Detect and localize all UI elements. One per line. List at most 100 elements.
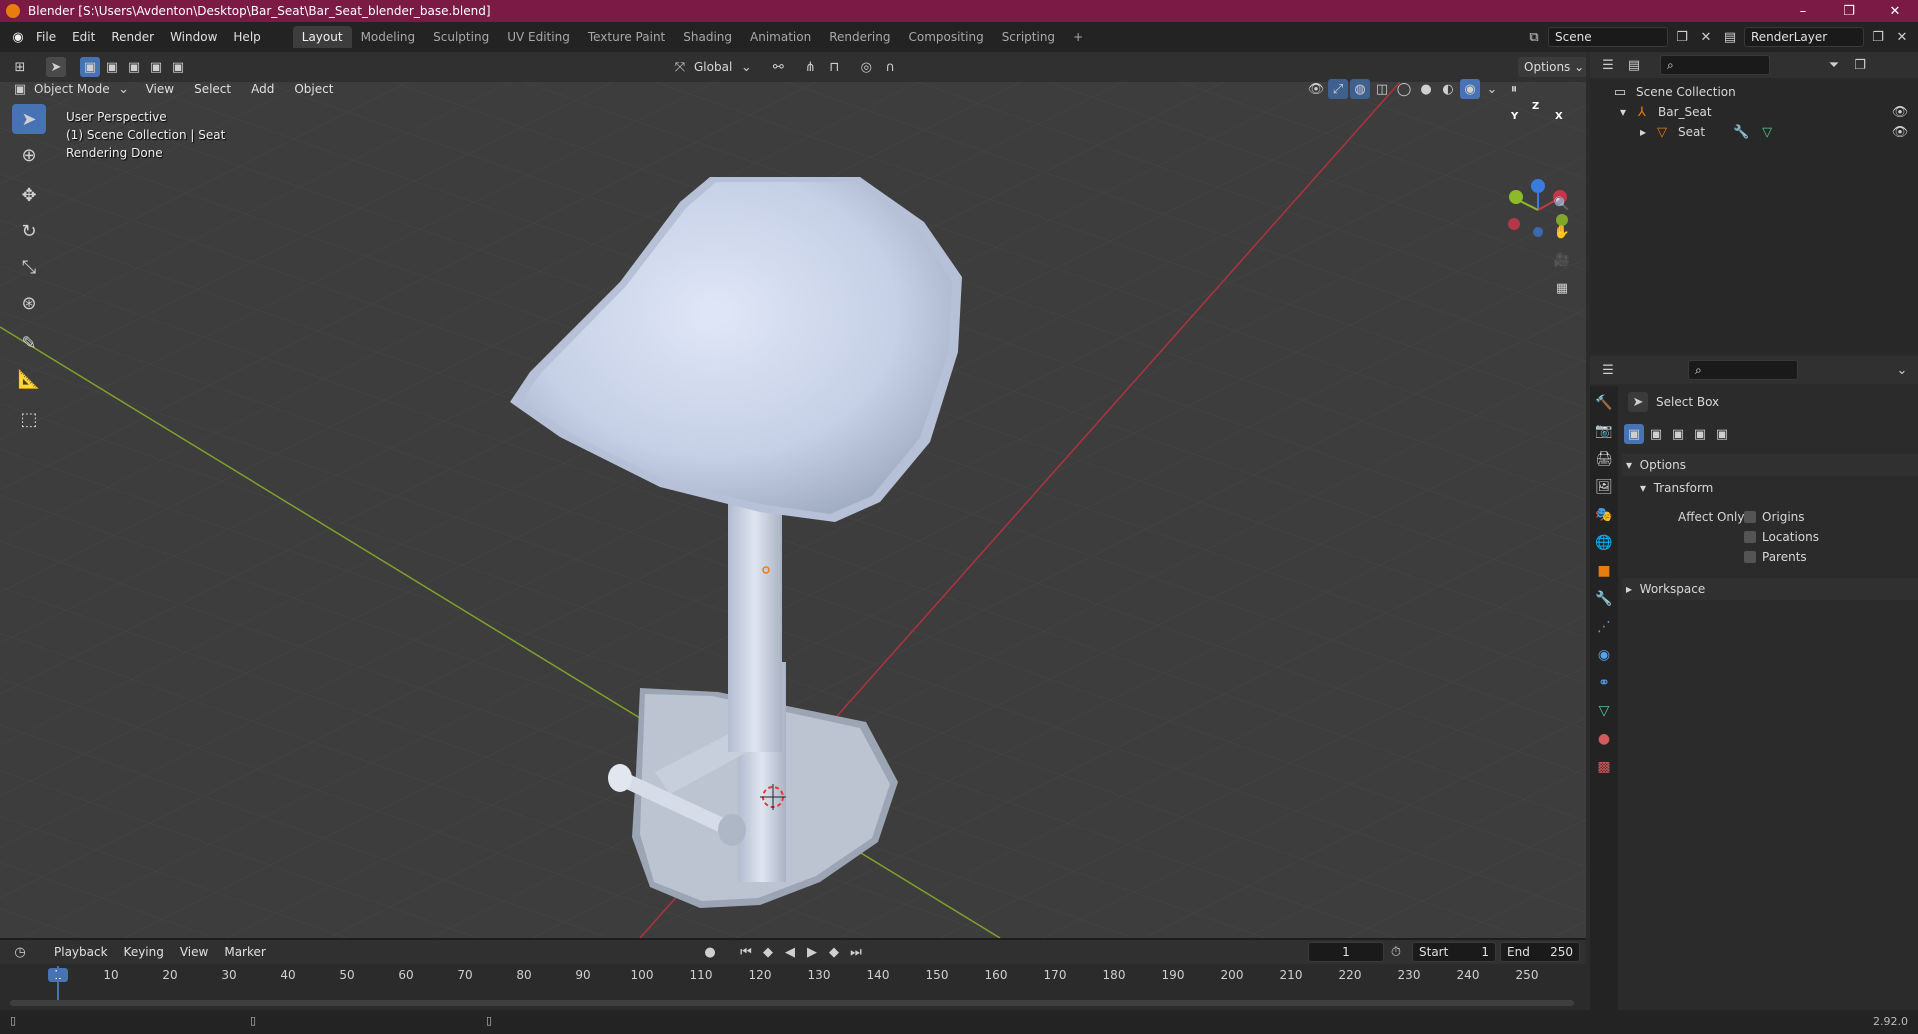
play-reverse-icon[interactable]: ◀ [780, 942, 800, 962]
editor-type-icon[interactable]: ☰ [1598, 55, 1618, 75]
select-intersect-icon[interactable]: ▣ [168, 57, 188, 77]
orientation-icon[interactable]: ⤧ [670, 57, 690, 77]
select-subtract-icon[interactable]: ▣ [1668, 424, 1688, 444]
transform-tool-icon[interactable]: ⊛ [12, 288, 46, 318]
prev-keyframe-icon[interactable]: ◆ [758, 942, 778, 962]
tab-compositing[interactable]: Compositing [899, 26, 992, 48]
jump-start-icon[interactable]: ⏮ [736, 942, 756, 962]
view-layer-selector[interactable]: RenderLayer [1744, 27, 1864, 47]
shading-options-icon[interactable]: ⌄ [1482, 79, 1502, 99]
filter-icon[interactable]: ⏷ [1824, 55, 1844, 75]
outliner-item-bar-seat[interactable]: ▾ ⅄ Bar_Seat 👁 [1620, 102, 1910, 122]
tab-modeling[interactable]: Modeling [352, 26, 425, 48]
expand-arrow-icon[interactable]: ▾ [1620, 105, 1626, 119]
tab-scripting[interactable]: Scripting [993, 26, 1064, 48]
end-frame-field[interactable]: End 250 [1500, 942, 1580, 962]
delete-scene-icon[interactable]: ✕ [1696, 27, 1716, 47]
rotate-tool-icon[interactable]: ↻ [12, 216, 46, 246]
select-tool-icon[interactable]: ➤ [46, 57, 66, 77]
tab-modifiers-icon[interactable]: 🔧 [1593, 588, 1615, 610]
select-intersect-icon[interactable]: ▣ [1712, 424, 1732, 444]
timeline-menu-playback[interactable]: Playback [46, 945, 116, 959]
move-tool-icon[interactable]: ✥ [12, 180, 46, 210]
editor-type-icon[interactable]: ⊞ [10, 57, 30, 77]
new-collection-icon[interactable]: ❐ [1850, 55, 1870, 75]
pan-hand-icon[interactable]: ✋ [1552, 222, 1572, 242]
tab-render-icon[interactable]: 📷 [1593, 420, 1615, 442]
checkbox-icon[interactable] [1744, 511, 1756, 523]
eye-icon[interactable]: 👁 [1890, 122, 1910, 142]
menu-edit[interactable]: Edit [64, 30, 103, 44]
options-panel-header[interactable]: ▾ Options [1622, 454, 1918, 476]
select-subtract-icon[interactable]: ▣ [124, 57, 144, 77]
xray-toggle-icon[interactable]: ◫ [1372, 79, 1392, 99]
material-shading-icon[interactable]: ◐ [1438, 79, 1458, 99]
next-keyframe-icon[interactable]: ◆ [824, 942, 844, 962]
tab-particles-icon[interactable]: ⋰ [1593, 616, 1615, 638]
select-box-tool-icon[interactable]: ➤ [12, 104, 46, 134]
eye-icon[interactable]: 👁 [1890, 102, 1910, 122]
solid-shading-icon[interactable]: ● [1416, 79, 1436, 99]
tab-world-icon[interactable]: 🌐 [1593, 532, 1615, 554]
transform-panel-header[interactable]: ▾ Transform [1636, 478, 1918, 498]
snap-target-icon[interactable]: ⊓ [824, 57, 844, 77]
orientation-selector[interactable]: Global [694, 60, 732, 74]
editor-type-icon[interactable]: ☰ [1598, 360, 1618, 380]
camera-view-icon[interactable]: 🎥 [1552, 250, 1572, 270]
view-layer-icon[interactable]: ▤ [1720, 27, 1740, 47]
modifier-wrench-icon[interactable]: 🔧 [1731, 122, 1751, 142]
select-invert-icon[interactable]: ▣ [146, 57, 166, 77]
tab-object-icon[interactable]: ■ [1593, 560, 1615, 582]
tab-rendering[interactable]: Rendering [820, 26, 899, 48]
visibility-icon[interactable]: 👁 [1306, 79, 1326, 99]
outliner-root[interactable]: ▭ Scene Collection [1610, 82, 1736, 102]
workspace-panel-header[interactable]: ▸ Workspace [1622, 578, 1918, 600]
3d-viewport[interactable]: Z X Y 🔍 ✋ 🎥 ▦ [0, 82, 1586, 938]
tab-data-icon[interactable]: ▽ [1593, 700, 1615, 722]
outliner-search-input[interactable]: ⌕ [1660, 55, 1770, 75]
tab-shading[interactable]: Shading [674, 26, 741, 48]
tab-output-icon[interactable]: 🖨 [1593, 448, 1615, 470]
minimize-button[interactable]: – [1780, 0, 1826, 22]
tab-texture-icon[interactable]: ▩ [1593, 756, 1615, 778]
tab-tool-icon[interactable]: 🔨 [1593, 392, 1615, 414]
expand-arrow-icon[interactable]: ▸ [1640, 125, 1646, 139]
locations-checkbox[interactable]: Locations [1744, 530, 1819, 544]
annotate-tool-icon[interactable]: ✎ [12, 328, 46, 358]
tab-animation[interactable]: Animation [741, 26, 820, 48]
new-scene-icon[interactable]: ❐ [1672, 27, 1692, 47]
select-extend-icon[interactable]: ▣ [1646, 424, 1666, 444]
snap-icon[interactable]: ⋔ [800, 57, 820, 77]
checkbox-icon[interactable] [1744, 531, 1756, 543]
outliner[interactable]: ☰ ▤ ⌕ ⏷ ❐ ▭ Scene Collection ▾ ⅄ Bar_Sea… [1590, 52, 1918, 354]
measure-tool-icon[interactable]: 📐 [12, 364, 46, 394]
select-extend-icon[interactable]: ▣ [102, 57, 122, 77]
tab-scene-icon[interactable]: 🎭 [1593, 504, 1615, 526]
select-invert-icon[interactable]: ▣ [1690, 424, 1710, 444]
current-frame-field[interactable]: 1 [1308, 942, 1384, 962]
menu-render[interactable]: Render [103, 30, 162, 44]
timeline-menu-keying[interactable]: Keying [116, 945, 172, 959]
blender-menu-icon[interactable]: ◉ [8, 27, 28, 47]
play-icon[interactable]: ▶ [802, 942, 822, 962]
viewport-menu-object[interactable]: Object [286, 82, 341, 96]
display-mode-icon[interactable]: ▤ [1624, 55, 1644, 75]
pivot-icon[interactable]: ⚯ [768, 57, 788, 77]
menu-window[interactable]: Window [162, 30, 225, 44]
new-view-layer-icon[interactable]: ❐ [1868, 27, 1888, 47]
origins-checkbox[interactable]: Origins [1744, 510, 1805, 524]
stopwatch-icon[interactable]: ⏱ [1386, 942, 1406, 962]
select-new-icon[interactable]: ▣ [1624, 424, 1644, 444]
viewport-menu-select[interactable]: Select [186, 82, 239, 96]
start-frame-field[interactable]: Start 1 [1412, 942, 1496, 962]
chevron-down-icon[interactable]: ⌄ [1892, 360, 1912, 380]
scale-tool-icon[interactable]: ⤡ [12, 252, 46, 282]
mode-selector[interactable]: Object Mode [34, 82, 110, 96]
gizmo-toggle-icon[interactable]: ⤢ [1328, 79, 1348, 99]
tab-physics-icon[interactable]: ◉ [1593, 644, 1615, 666]
timeline-menu-view[interactable]: View [172, 945, 216, 959]
falloff-icon[interactable]: ∩ [880, 57, 900, 77]
record-keyframe-icon[interactable]: ● [700, 942, 720, 962]
close-button[interactable]: ✕ [1872, 0, 1918, 22]
parents-checkbox[interactable]: Parents [1744, 550, 1807, 564]
